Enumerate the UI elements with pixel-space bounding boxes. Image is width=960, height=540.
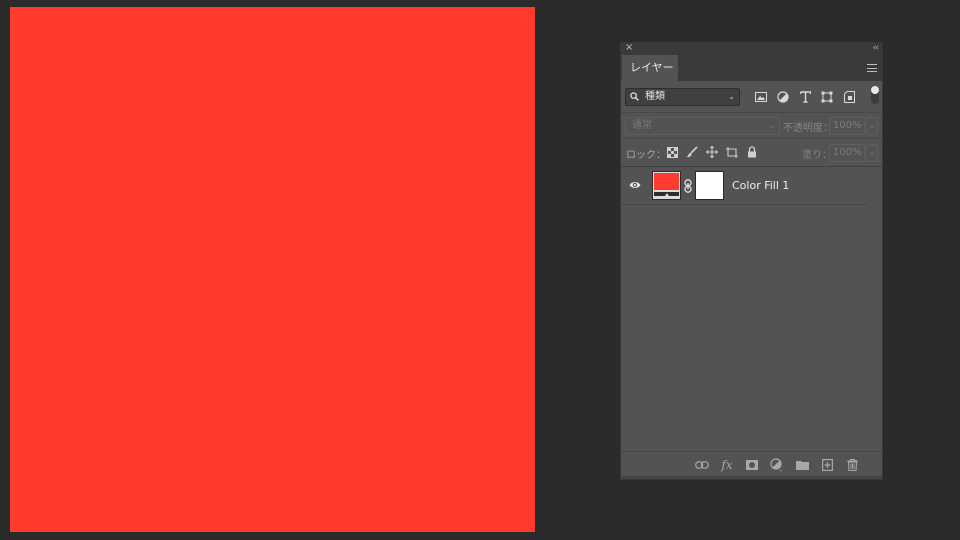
blend-mode-select[interactable]: 通常 ⌄ bbox=[625, 117, 780, 135]
filter-row: 種類 ⌄ bbox=[621, 81, 882, 113]
close-panel-button[interactable]: × bbox=[625, 42, 633, 54]
filter-kind-label: 種類 bbox=[645, 91, 665, 102]
fill-layer-indicator-icon bbox=[665, 193, 669, 196]
type-filter-icon[interactable] bbox=[797, 89, 813, 105]
shape-filter-icon[interactable] bbox=[819, 89, 835, 105]
filter-toggle-switch[interactable] bbox=[871, 86, 879, 104]
lock-artboard-icon[interactable] bbox=[725, 145, 739, 159]
adjustment-filter-icon[interactable] bbox=[775, 89, 791, 105]
fill-field[interactable]: 100% bbox=[829, 144, 865, 162]
layer-name[interactable]: Color Fill 1 bbox=[732, 179, 789, 192]
image-filter-icon[interactable] bbox=[753, 89, 769, 105]
eye-visibility-icon[interactable] bbox=[629, 179, 641, 191]
fill-color-swatch bbox=[654, 173, 679, 190]
panel-footer: fx bbox=[621, 451, 882, 479]
tab-layers[interactable]: レイヤー bbox=[622, 55, 678, 81]
filter-kind-select[interactable]: 種類 ⌄ bbox=[625, 88, 740, 106]
new-layer-icon[interactable] bbox=[819, 457, 835, 473]
lock-row: ロック： 塗り： 100% ⌄ bbox=[621, 139, 882, 167]
new-adjustment-layer-icon[interactable] bbox=[769, 457, 785, 473]
smart-object-filter-icon[interactable] bbox=[841, 89, 857, 105]
link-chain-icon[interactable] bbox=[684, 179, 692, 193]
blend-row: 通常 ⌄ 不透明度： 100% ⌄ bbox=[621, 113, 882, 139]
layers-list[interactable]: Color Fill 1 bbox=[621, 167, 882, 451]
opacity-dropdown-button[interactable]: ⌄ bbox=[866, 117, 878, 135]
layers-panel: × ‹‹ レイヤー 種類 ⌄ 通常 ⌄ 不透明度： 100% ⌄ ロック： 塗り… bbox=[620, 42, 883, 480]
fill-label: 塗り： bbox=[802, 150, 832, 161]
chevron-down-icon: ⌄ bbox=[728, 92, 735, 101]
panel-tabbar: レイヤー bbox=[621, 55, 882, 81]
layer-mask-thumbnail[interactable] bbox=[695, 171, 724, 200]
panel-title-strip: × ‹‹ bbox=[621, 42, 882, 55]
document-canvas[interactable] bbox=[10, 7, 535, 532]
opacity-label: 不透明度： bbox=[783, 123, 833, 134]
add-mask-icon[interactable] bbox=[744, 457, 760, 473]
lock-all-padlock-icon[interactable] bbox=[745, 145, 759, 159]
fill-dropdown-button[interactable]: ⌄ bbox=[866, 144, 878, 162]
footer-resize-strip[interactable] bbox=[621, 476, 882, 479]
new-group-folder-icon[interactable] bbox=[794, 457, 810, 473]
collapse-panel-button[interactable]: ‹‹ bbox=[873, 42, 879, 54]
delete-layer-trash-icon[interactable] bbox=[844, 457, 860, 473]
layer-thumbnail[interactable] bbox=[652, 171, 681, 200]
layer-row[interactable]: Color Fill 1 bbox=[621, 167, 867, 205]
lock-pixels-brush-icon[interactable] bbox=[685, 145, 699, 159]
lock-position-move-icon[interactable] bbox=[705, 145, 719, 159]
search-icon bbox=[630, 92, 639, 101]
chevron-down-icon: ⌄ bbox=[768, 121, 775, 130]
link-layers-icon[interactable] bbox=[694, 457, 710, 473]
opacity-field[interactable]: 100% bbox=[829, 117, 865, 135]
lock-label: ロック： bbox=[626, 150, 666, 161]
panel-menu-icon[interactable] bbox=[867, 64, 877, 72]
lock-transparency-icon[interactable] bbox=[665, 145, 679, 159]
layer-style-fx-button[interactable]: fx bbox=[719, 457, 735, 473]
blend-mode-label: 通常 bbox=[632, 120, 652, 131]
